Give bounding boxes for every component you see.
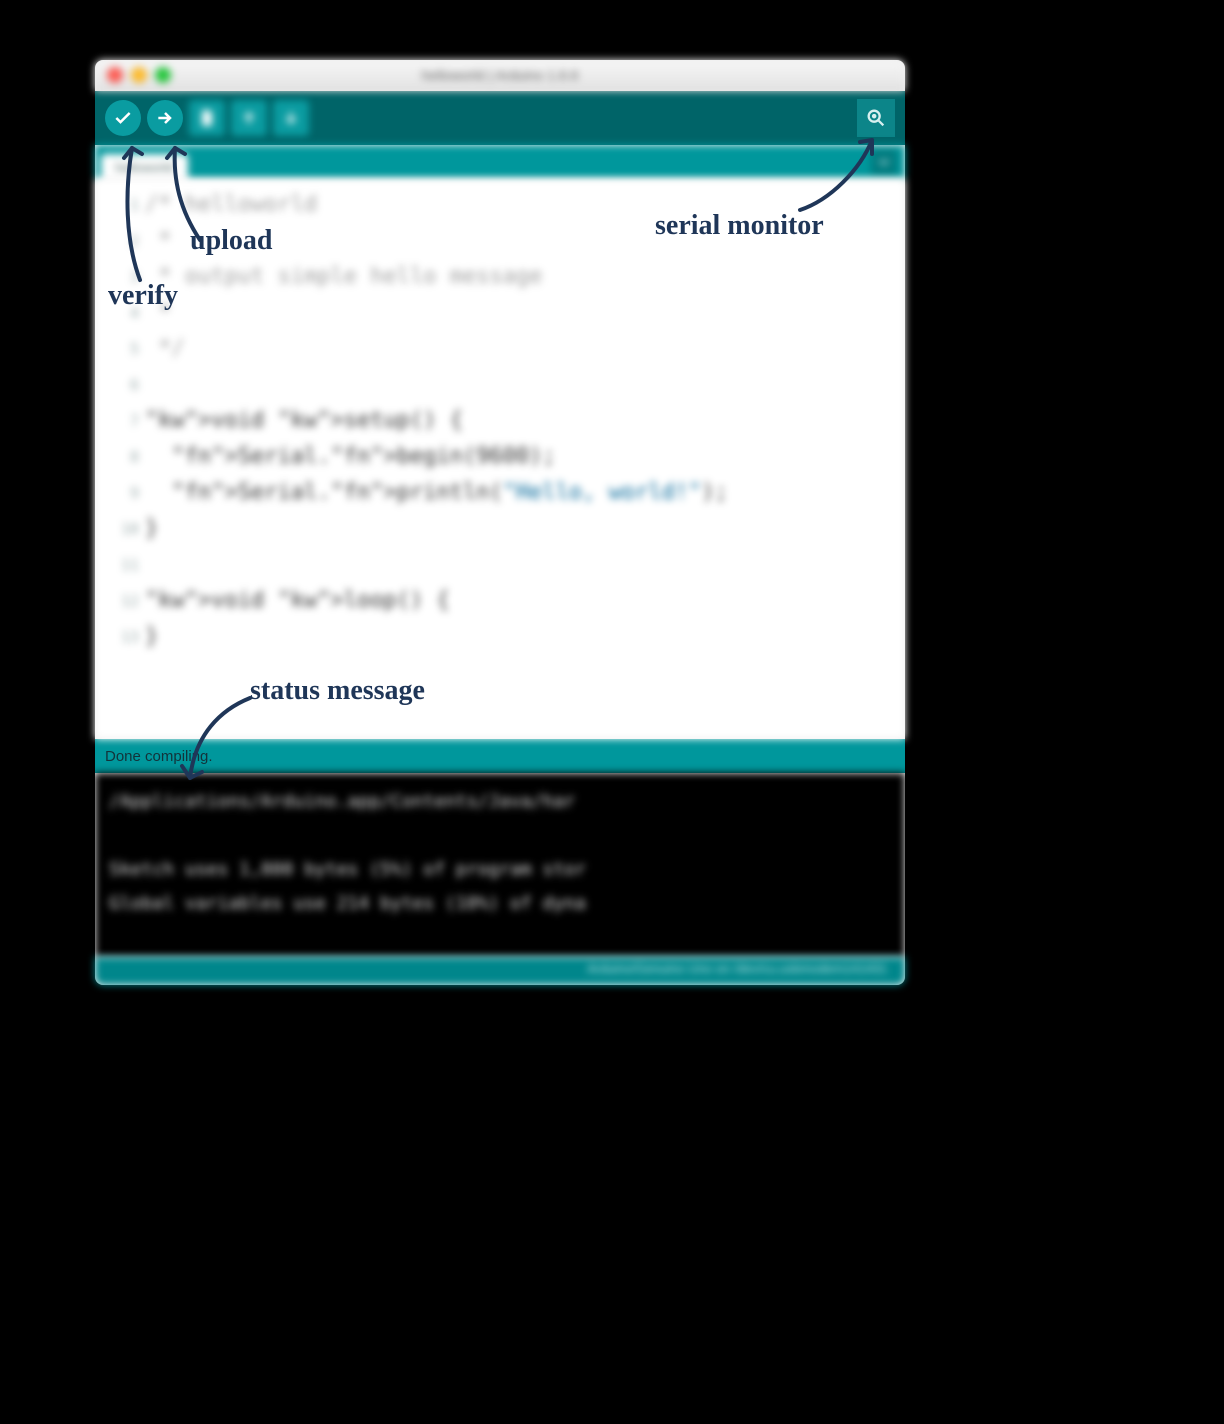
- minimize-icon[interactable]: [131, 67, 147, 83]
- verify-annotation: verify: [108, 280, 178, 312]
- new-button[interactable]: [189, 100, 225, 136]
- magnifier-icon: [865, 107, 887, 129]
- line-number: 10: [95, 511, 139, 547]
- close-icon[interactable]: [107, 67, 123, 83]
- arrow-right-icon: [155, 108, 175, 128]
- line-number: 11: [95, 547, 139, 583]
- line-number: 7: [95, 403, 139, 439]
- save-button[interactable]: [273, 100, 309, 136]
- line-number: 8: [95, 439, 139, 475]
- toolbar: [95, 91, 905, 145]
- line-number: 13: [95, 619, 139, 655]
- console-output[interactable]: /Applications/Arduino.app/Contents/Java/…: [95, 773, 905, 957]
- zoom-icon[interactable]: [155, 67, 171, 83]
- status-annotation: status message: [250, 675, 425, 707]
- code-area[interactable]: /* helloworld * * output simple hello me…: [145, 179, 905, 739]
- line-number: 9: [95, 475, 139, 511]
- line-number: 5: [95, 331, 139, 367]
- file-icon: [198, 109, 216, 127]
- open-button[interactable]: [231, 100, 267, 136]
- code-editor[interactable]: 12345678910111213 /* helloworld * * outp…: [95, 179, 905, 739]
- stage: helloworld | Arduino 1.6.6: [0, 0, 1224, 1424]
- arrow-up-icon: [240, 109, 258, 127]
- board-info: Arduino/Genuino Uno on /dev/cu.usbmodem1…: [587, 961, 887, 976]
- window-controls: [107, 67, 171, 83]
- status-arrow: [170, 690, 260, 790]
- upload-button[interactable]: [147, 100, 183, 136]
- serial-arrow: [790, 130, 900, 220]
- line-number: 12: [95, 583, 139, 619]
- board-info-bar: Arduino/Genuino Uno on /dev/cu.usbmodem1…: [95, 957, 905, 985]
- titlebar: helloworld | Arduino 1.6.6: [95, 60, 905, 91]
- arrow-down-icon: [282, 109, 300, 127]
- upload-annotation: upload: [190, 225, 273, 257]
- verify-button[interactable]: [105, 100, 141, 136]
- line-number: 6: [95, 367, 139, 403]
- window-title: helloworld | Arduino 1.6.6: [95, 67, 905, 83]
- serial-annotation: serial monitor: [655, 210, 824, 242]
- check-icon: [113, 108, 133, 128]
